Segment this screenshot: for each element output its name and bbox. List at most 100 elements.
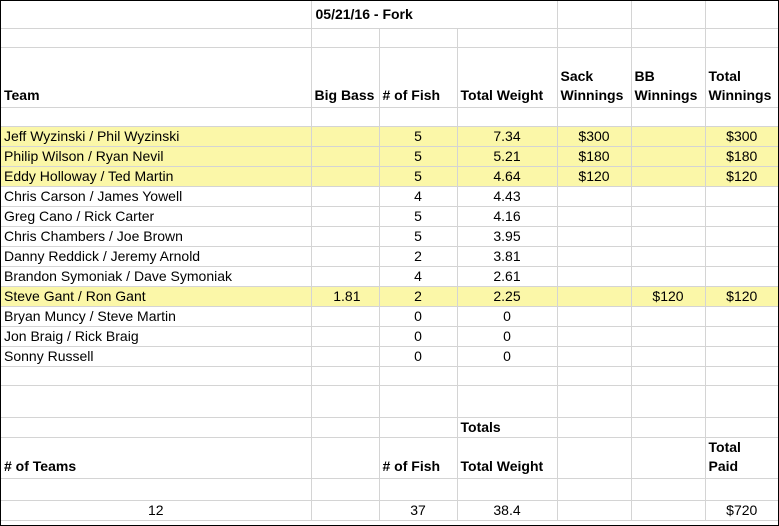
total-num-teams[interactable]: 12 [1,500,312,521]
cell[interactable] [311,500,380,521]
bb-winnings-value[interactable] [631,346,706,367]
cell[interactable] [1,107,312,127]
sack-winnings-value[interactable] [557,206,632,227]
sack-winnings-value[interactable] [557,266,632,287]
cell[interactable] [457,107,558,127]
cell[interactable] [311,366,380,386]
total-winnings-value[interactable] [705,246,778,267]
sack-winnings-value[interactable] [557,346,632,367]
bb-winnings-value[interactable] [631,146,706,167]
bb-winnings-value[interactable] [631,306,706,327]
cell[interactable] [311,437,380,479]
bb-winnings-value[interactable] [631,226,706,247]
cell[interactable] [379,107,458,127]
fish-count[interactable]: 4 [379,186,458,207]
sack-winnings-value[interactable]: $180 [557,146,632,167]
total-weight[interactable]: 38.4 [457,500,558,521]
cell[interactable] [705,385,778,418]
team-name[interactable]: Chris Chambers / Joe Brown [1,226,312,247]
big-bass-value[interactable] [311,266,380,287]
total-winnings-value[interactable]: $300 [705,126,778,147]
big-bass-value[interactable]: 1.81 [311,286,380,307]
team-name[interactable]: Jon Braig / Rick Braig [1,326,312,347]
header-total-winnings[interactable]: Total Winnings [705,47,778,108]
big-bass-value[interactable] [311,346,380,367]
cell[interactable] [457,385,558,418]
header-big-bass[interactable]: Big Bass [311,47,380,108]
total-winnings-value[interactable] [705,346,778,367]
team-name[interactable]: Philip Wilson / Ryan Nevil [1,146,312,167]
fish-count[interactable]: 5 [379,126,458,147]
total-paid[interactable]: $720 [705,500,778,521]
sack-winnings-value[interactable] [557,326,632,347]
total-weight-value[interactable]: 7.34 [457,126,558,147]
team-name[interactable]: Eddy Holloway / Ted Martin [1,166,312,187]
header-sack-winnings[interactable]: Sack Winnings [557,47,632,108]
cell[interactable] [311,28,380,48]
cell[interactable] [631,437,706,479]
cell[interactable] [379,366,458,386]
big-bass-value[interactable] [311,126,380,147]
header-total-weight[interactable]: Total Weight [457,47,558,108]
cell[interactable] [1,366,312,386]
fish-count[interactable]: 0 [379,346,458,367]
cell[interactable] [311,417,380,438]
total-num-fish[interactable]: 37 [379,500,458,521]
cell[interactable] [311,107,380,127]
cell[interactable] [379,417,458,438]
cell[interactable] [557,107,632,127]
total-winnings-value[interactable] [705,206,778,227]
total-winnings-value[interactable]: $120 [705,166,778,187]
total-weight-value[interactable]: 0 [457,306,558,327]
big-bass-value[interactable] [311,186,380,207]
cell[interactable] [379,478,458,501]
cell[interactable] [705,417,778,438]
sack-winnings-value[interactable] [557,286,632,307]
cell[interactable] [1,1,312,29]
team-name[interactable]: Bryan Muncy / Steve Martin [1,306,312,327]
bb-winnings-value[interactable] [631,266,706,287]
cell[interactable] [631,478,706,501]
total-weight-value[interactable]: 4.64 [457,166,558,187]
fish-count[interactable]: 0 [379,306,458,327]
cell[interactable] [1,417,312,438]
header-totals-weight[interactable]: Total Weight [457,437,558,479]
bb-winnings-value[interactable] [631,166,706,187]
bb-winnings-value[interactable]: $120 [631,286,706,307]
cell[interactable] [705,107,778,127]
bb-winnings-value[interactable] [631,206,706,227]
team-name[interactable]: Chris Carson / James Yowell [1,186,312,207]
cell[interactable] [557,478,632,501]
cell[interactable] [379,385,458,418]
header-num-teams[interactable]: # of Teams [1,437,312,479]
bb-winnings-value[interactable] [631,246,706,267]
cell[interactable] [631,107,706,127]
totals-label[interactable]: Totals [457,417,558,438]
fish-count[interactable]: 2 [379,246,458,267]
cell[interactable] [1,385,312,418]
cell[interactable] [379,28,458,48]
cell[interactable] [1,28,312,48]
total-weight-value[interactable]: 3.81 [457,246,558,267]
cell[interactable] [557,366,632,386]
cell[interactable] [631,28,706,48]
fish-count[interactable]: 5 [379,206,458,227]
cell[interactable] [557,385,632,418]
bb-winnings-value[interactable] [631,326,706,347]
cell[interactable] [557,28,632,48]
team-name[interactable]: Danny Reddick / Jeremy Arnold [1,246,312,267]
total-winnings-value[interactable] [705,326,778,347]
total-winnings-value[interactable] [705,266,778,287]
team-name[interactable]: Brandon Symoniak / Dave Symoniak [1,266,312,287]
big-bass-value[interactable] [311,166,380,187]
fish-count[interactable]: 0 [379,326,458,347]
big-bass-value[interactable] [311,146,380,167]
big-bass-value[interactable] [311,206,380,227]
total-weight-value[interactable]: 2.25 [457,286,558,307]
fish-count[interactable]: 5 [379,146,458,167]
team-name[interactable]: Sonny Russell [1,346,312,367]
big-bass-value[interactable] [311,226,380,247]
total-weight-value[interactable]: 3.95 [457,226,558,247]
fish-count[interactable]: 4 [379,266,458,287]
total-weight-value[interactable]: 2.61 [457,266,558,287]
